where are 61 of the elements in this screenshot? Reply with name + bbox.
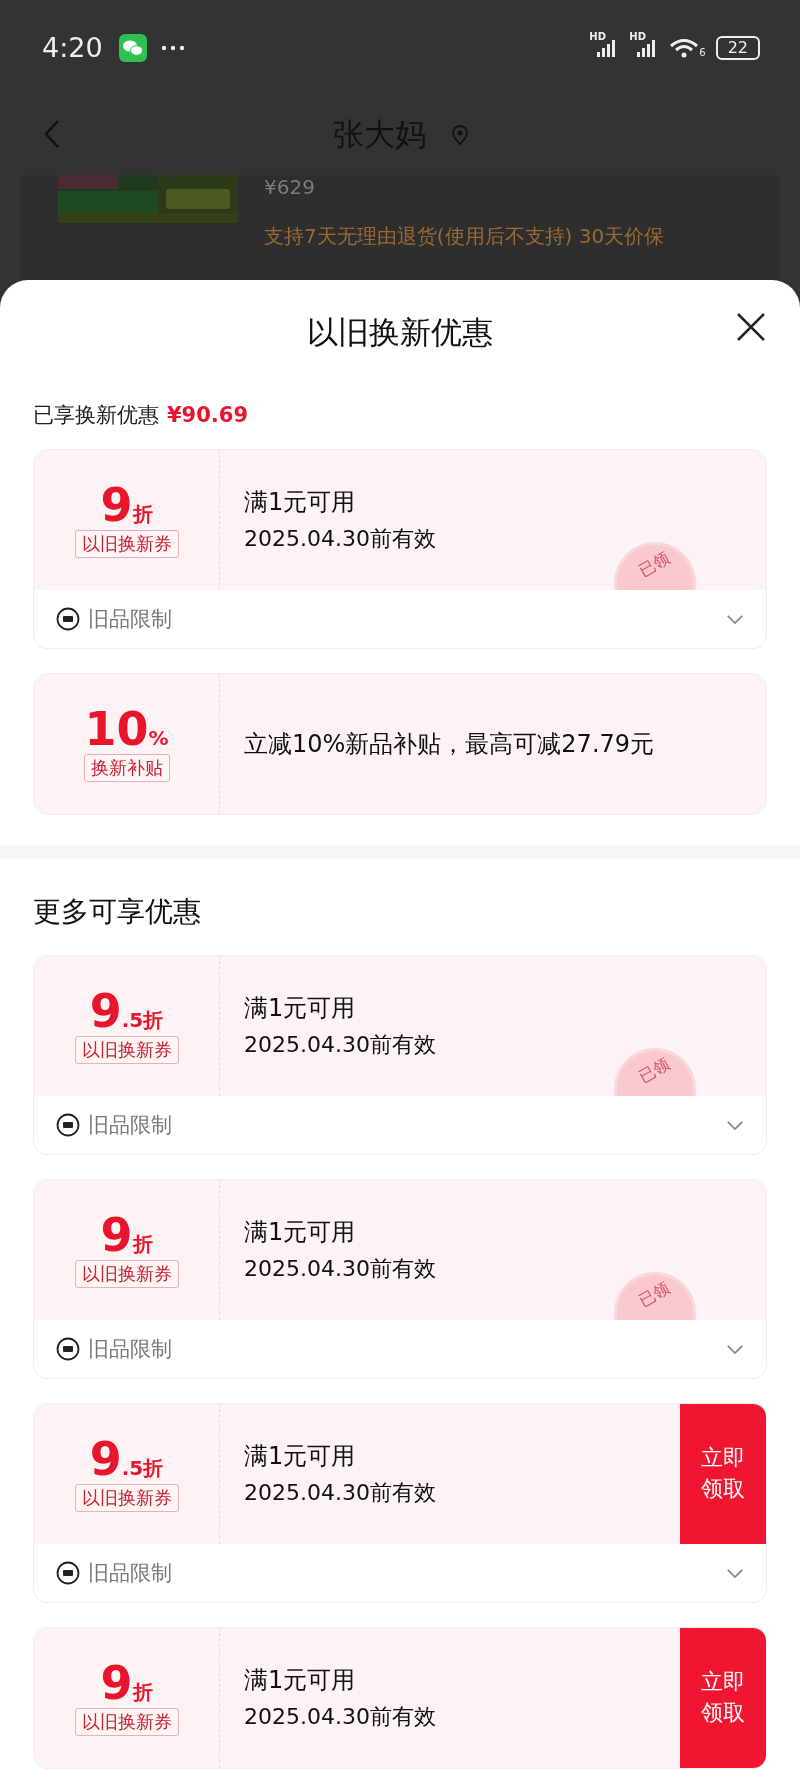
ticket-icon [56, 1113, 80, 1137]
claim-button[interactable]: 立即领取 [680, 1628, 766, 1768]
discount-value: 9 [100, 1212, 133, 1258]
battery-indicator: 22 [715, 35, 760, 60]
discount-unit: 折 [132, 1679, 153, 1706]
discount-unit: .5折 [121, 1007, 164, 1034]
coupon-tag: 以旧换新券 [74, 1484, 179, 1512]
claim-button[interactable]: 立即领取 [680, 1404, 766, 1544]
claimed-stamp: 已领 [614, 1048, 696, 1096]
ticket-icon [56, 1337, 80, 1361]
sheet-title: 以旧换新优惠 [307, 312, 493, 352]
chevron-down-icon[interactable] [726, 613, 744, 625]
wifi-icon [669, 37, 700, 58]
close-icon[interactable] [736, 312, 766, 342]
product-price: ¥629 [264, 175, 316, 199]
chevron-down-icon[interactable] [726, 1343, 744, 1355]
ticket-icon [56, 607, 80, 631]
discount-value: 9 [100, 1660, 133, 1706]
more-dots-icon [160, 44, 185, 51]
claimed-stamp: 已领 [614, 1272, 696, 1320]
discount-value: 9 [100, 482, 133, 528]
coupon-tag: 以旧换新券 [74, 530, 179, 558]
network-label: HD [629, 30, 646, 42]
coupon-tag: 换新补贴 [83, 754, 170, 782]
discount-value: 10 [84, 706, 149, 752]
restriction-label: 旧品限制 [88, 606, 173, 633]
coupon-condition: 满1元可用 [244, 993, 357, 1024]
discount-unit: .5折 [121, 1455, 164, 1482]
coupon-tag: 以旧换新券 [74, 1036, 179, 1064]
coupon-condition: 满1元可用 [244, 1665, 357, 1696]
discount-unit: 折 [132, 1231, 153, 1258]
coupon-expiry: 2025.04.30前有效 [244, 1031, 437, 1059]
coupon-expiry: 2025.04.30前有效 [244, 1479, 437, 1507]
restriction-label: 旧品限制 [88, 1112, 173, 1139]
network-label: HD [589, 30, 606, 42]
coupon-expiry: 2025.04.30前有效 [244, 1255, 437, 1283]
coupon-tag: 以旧换新券 [74, 1260, 179, 1288]
saved-amount: ¥90.69 [167, 403, 249, 427]
discount-unit: % [148, 726, 169, 750]
product-note: 支持7天无理由退货(使用后不支持) 30天价保 [264, 223, 665, 250]
discount-value: 9 [89, 988, 122, 1034]
coupon-condition: 满1元可用 [244, 1217, 357, 1248]
coupon-expiry: 2025.04.30前有效 [244, 525, 437, 553]
claimed-stamp: 已领 [614, 542, 696, 590]
wifi-label: 6 [699, 46, 706, 58]
restriction-label: 旧品限制 [88, 1336, 173, 1363]
discount-value: 9 [89, 1436, 122, 1482]
coupon-expiry: 2025.04.30前有效 [244, 1703, 437, 1731]
saved-label: 已享换新优惠 [33, 402, 159, 429]
subsidy-description: 立减10%新品补贴，最高可减27.79元 [244, 729, 656, 760]
restriction-label: 旧品限制 [88, 1560, 173, 1587]
coupon-condition: 满1元可用 [244, 1441, 357, 1472]
status-time: 4:20 [42, 32, 103, 63]
section-title: 更多可享优惠 [32, 894, 202, 930]
coupon-tag: 以旧换新券 [74, 1708, 179, 1736]
chevron-down-icon[interactable] [726, 1119, 744, 1131]
ticket-icon [56, 1561, 80, 1585]
coupon-condition: 满1元可用 [244, 487, 357, 518]
chat-app-icon [118, 33, 147, 62]
chevron-down-icon[interactable] [726, 1567, 744, 1579]
discount-unit: 折 [132, 501, 153, 528]
